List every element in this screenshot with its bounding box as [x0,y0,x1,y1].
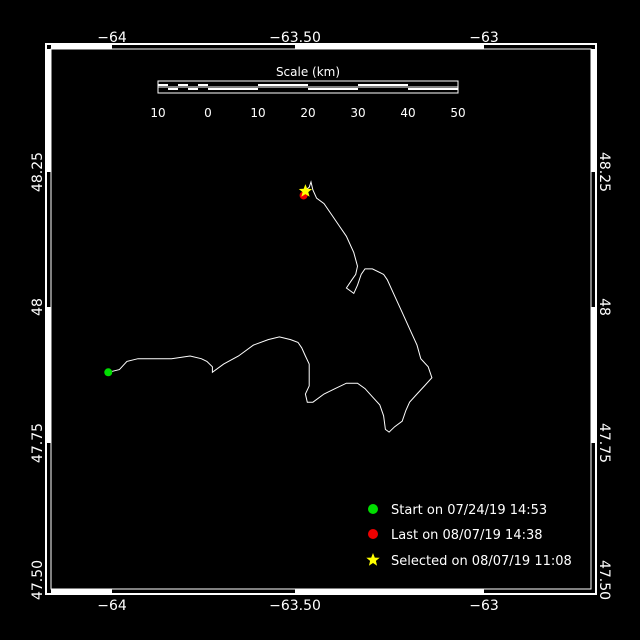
lat-tick-right-1: 48.25 [596,152,612,192]
scale-label-1: 10 [150,106,165,120]
frame-bar-left-1 [46,307,51,443]
lat-tick-left-1: 48.25 [30,152,46,192]
scale-bar-segment-7 [208,88,258,90]
lat-tick-left-2: 48 [30,298,46,316]
lat-tick-left-3: 47.75 [30,423,46,463]
lon-tick-bottom-3: −63 [469,598,499,614]
frame-bar-bottom-0 [51,589,112,594]
legend-last-label: Last on 08/07/19 14:38 [391,528,543,543]
lat-tick-right-4: 47.50 [596,560,612,600]
scale-bar-segment-9 [408,88,458,90]
start-marker-dot [104,368,113,377]
lat-tick-right-2: 48 [596,298,612,316]
lon-tick-top-2: −63.50 [269,30,321,46]
legend-selected-label: Selected on 08/07/19 11:08 [391,554,572,569]
scale-bar-segment-4 [198,84,208,86]
frame-bar-left-0 [46,49,51,172]
scale-bar-segment-3 [188,88,198,90]
legend-star-icon [366,553,380,566]
scale-label-6: 40 [400,106,415,120]
scale-bar-segment-0 [158,84,168,86]
legend-last-dot [368,529,378,539]
frame-bar-bottom-1 [295,589,484,594]
legend-start-label: Start on 07/24/19 14:53 [391,503,547,518]
lon-tick-top-3: −63 [469,30,499,46]
frame-bar-right-0 [591,49,596,172]
drifter-track-line [108,180,433,433]
frame-bar-top-1 [295,44,484,49]
lon-tick-bottom-2: −63.50 [269,598,321,614]
scale-bar-segment-8 [308,88,358,90]
lon-tick-bottom-1: −64 [97,598,127,614]
scale-label-7: 50 [450,106,465,120]
scale-bar-title: Scale (km) [276,65,340,79]
scale-bar-segment-5 [258,84,308,86]
scale-bar-segment-6 [358,84,408,86]
scale-label-3: 10 [250,106,265,120]
legend: Start on 07/24/19 14:53 Last on 08/07/19… [366,503,572,569]
legend-start-dot [368,504,378,514]
scale-label-5: 30 [350,106,365,120]
scale-bar: Scale (km) 10 0 10 20 30 40 50 [150,65,465,120]
lat-tick-right-3: 47.75 [596,423,612,463]
lon-tick-top-1: −64 [97,30,127,46]
scale-bar-segment-1 [168,88,178,90]
scale-label-2: 0 [204,106,212,120]
track-map: −64 −63.50 −63 −64 −63.50 −63 48.25 48 4… [30,30,612,614]
scale-label-4: 20 [300,106,315,120]
lat-tick-left-4: 47.50 [30,560,46,600]
frame-bar-right-1 [591,307,596,443]
scale-bar-segment-2 [178,84,188,86]
